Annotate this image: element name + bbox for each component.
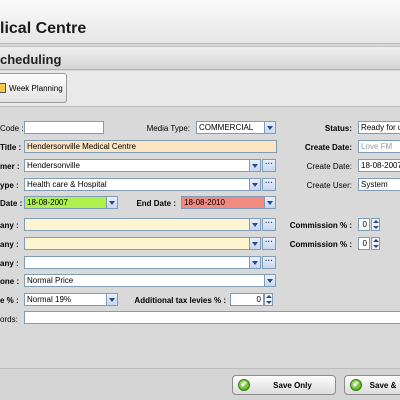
zone-label: one : bbox=[0, 277, 20, 286]
type-label: ype : bbox=[0, 181, 19, 190]
start-date-dropdown-icon[interactable] bbox=[106, 196, 118, 209]
save-only-button[interactable]: ✔ Save Only bbox=[232, 375, 336, 395]
media-type-label: Media Type: bbox=[146, 124, 190, 133]
window-title: lical Centre bbox=[0, 20, 87, 37]
levies-stepper[interactable] bbox=[264, 293, 273, 306]
customer-lookup-button[interactable]: ··· bbox=[262, 159, 276, 172]
zone-dropdown-icon[interactable] bbox=[264, 274, 276, 287]
end-date-input[interactable]: 18-08-2010 bbox=[181, 196, 265, 209]
create-date-label-1: Create Date: bbox=[304, 143, 352, 152]
toolbar: Week Planning bbox=[0, 71, 400, 107]
title-input[interactable]: Hendersonville Medical Centre bbox=[24, 140, 277, 153]
create-date-field-2: 18-08-2007 bbox=[358, 159, 400, 172]
title-label: Title : bbox=[0, 143, 22, 152]
levies-label: Additional tax levies % : bbox=[134, 296, 226, 305]
start-date-input[interactable]: 18-08-2007 bbox=[24, 196, 107, 209]
status-label: Status: bbox=[324, 124, 352, 133]
section-header: cheduling bbox=[0, 46, 400, 70]
company-select-1[interactable] bbox=[24, 218, 250, 231]
keywords-input[interactable] bbox=[24, 311, 400, 324]
zone-select[interactable]: Normal Price bbox=[24, 274, 265, 287]
check-icon: ✔ bbox=[238, 379, 250, 391]
status-field[interactable]: Ready for u bbox=[358, 121, 400, 134]
create-user-field: System bbox=[358, 178, 400, 191]
start-date-label: Date : bbox=[0, 199, 23, 208]
levies-input[interactable]: 0 bbox=[230, 293, 264, 306]
section-title: cheduling bbox=[0, 52, 62, 67]
create-user-label: Create User: bbox=[306, 181, 352, 190]
tax-label: e % : bbox=[0, 296, 19, 305]
company-label-1: any : bbox=[0, 221, 19, 230]
customer-label: mer : bbox=[0, 162, 20, 171]
company-1-lookup-button[interactable]: ··· bbox=[262, 218, 276, 231]
save-and-label: Save & bbox=[369, 380, 397, 390]
save-and-button[interactable]: ✔ Save & bbox=[344, 375, 400, 395]
title-bar: lical Centre bbox=[0, 0, 400, 44]
type-select[interactable]: Health care & Hospital bbox=[24, 178, 250, 191]
save-only-label: Save Only bbox=[273, 380, 312, 390]
company-2-dropdown-icon[interactable] bbox=[249, 237, 261, 250]
code-label: Code : bbox=[0, 124, 24, 133]
company-3-lookup-button[interactable]: ··· bbox=[262, 256, 276, 269]
create-date-field-1: Love FM bbox=[358, 140, 400, 153]
customer-select[interactable]: Hendersonville bbox=[24, 159, 250, 172]
commission-2-stepper[interactable] bbox=[371, 237, 380, 250]
company-2-lookup-button[interactable]: ··· bbox=[262, 237, 276, 250]
check-icon: ✔ bbox=[350, 379, 362, 391]
keywords-label: ords: bbox=[0, 315, 18, 324]
create-date-label-2: Create Date: bbox=[306, 162, 352, 171]
week-planning-label: Week Planning bbox=[9, 83, 63, 93]
media-type-dropdown-icon[interactable] bbox=[264, 121, 276, 134]
week-planning-button[interactable]: Week Planning bbox=[0, 73, 67, 103]
company-label-3: any : bbox=[0, 259, 19, 268]
type-lookup-button[interactable]: ··· bbox=[262, 178, 276, 191]
commission-input-2[interactable]: 0 bbox=[358, 237, 370, 250]
code-input[interactable] bbox=[24, 121, 104, 134]
footer-bar: ✔ Save Only ✔ Save & bbox=[0, 368, 400, 400]
media-type-select[interactable]: COMMERCIAL bbox=[196, 121, 265, 134]
company-label-2: any : bbox=[0, 240, 19, 249]
customer-dropdown-icon[interactable] bbox=[249, 159, 261, 172]
company-3-dropdown-icon[interactable] bbox=[249, 256, 261, 269]
tax-dropdown-icon[interactable] bbox=[106, 293, 118, 306]
tax-select[interactable]: Normal 19% bbox=[24, 293, 107, 306]
company-select-3[interactable] bbox=[24, 256, 250, 269]
calendar-icon bbox=[0, 83, 6, 93]
company-select-2[interactable] bbox=[24, 237, 250, 250]
end-date-label: End Date : bbox=[136, 199, 176, 208]
end-date-dropdown-icon[interactable] bbox=[264, 196, 276, 209]
company-1-dropdown-icon[interactable] bbox=[249, 218, 261, 231]
commission-1-stepper[interactable] bbox=[371, 218, 380, 231]
commission-label-2: Commission % : bbox=[289, 240, 352, 249]
type-dropdown-icon[interactable] bbox=[249, 178, 261, 191]
commission-input-1[interactable]: 0 bbox=[358, 218, 370, 231]
commission-label-1: Commission % : bbox=[289, 221, 352, 230]
